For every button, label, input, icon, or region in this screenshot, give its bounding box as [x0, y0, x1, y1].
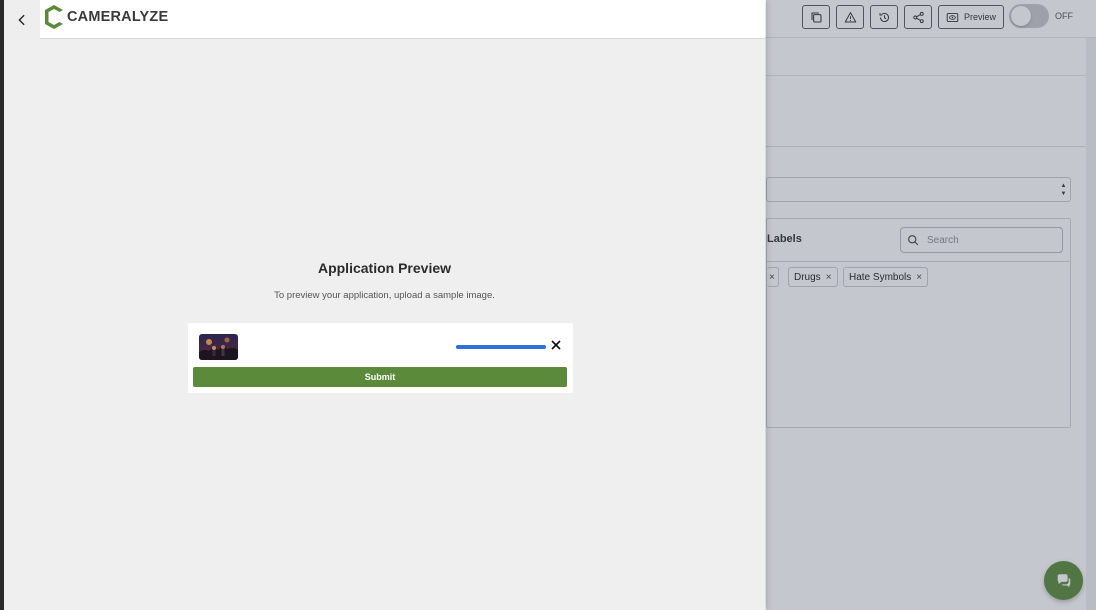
uploaded-image-thumbnail: [199, 334, 238, 360]
cameralyze-logo-icon: [45, 5, 63, 29]
chevron-left-icon: [18, 14, 25, 25]
remove-image-button[interactable]: [550, 339, 562, 351]
upload-card: Submit: [188, 323, 573, 393]
modal-overlay[interactable]: [766, 0, 1096, 610]
logo: CAMERALYZE: [44, 4, 168, 30]
preview-subtitle: To preview your application, upload a sa…: [274, 290, 495, 301]
upload-progress-fill: [456, 345, 546, 349]
drawer-header: CAMERALYZE: [4, 0, 765, 39]
upload-progress-bar: [456, 345, 546, 349]
back-button[interactable]: [4, 0, 40, 39]
preview-title: Application Preview: [317, 260, 452, 276]
preview-drawer: CAMERALYZE Application Preview To previe…: [4, 0, 765, 610]
submit-button[interactable]: Submit: [193, 367, 567, 387]
close-icon: [551, 340, 561, 350]
logo-text: CAMERALYZE: [67, 9, 169, 25]
